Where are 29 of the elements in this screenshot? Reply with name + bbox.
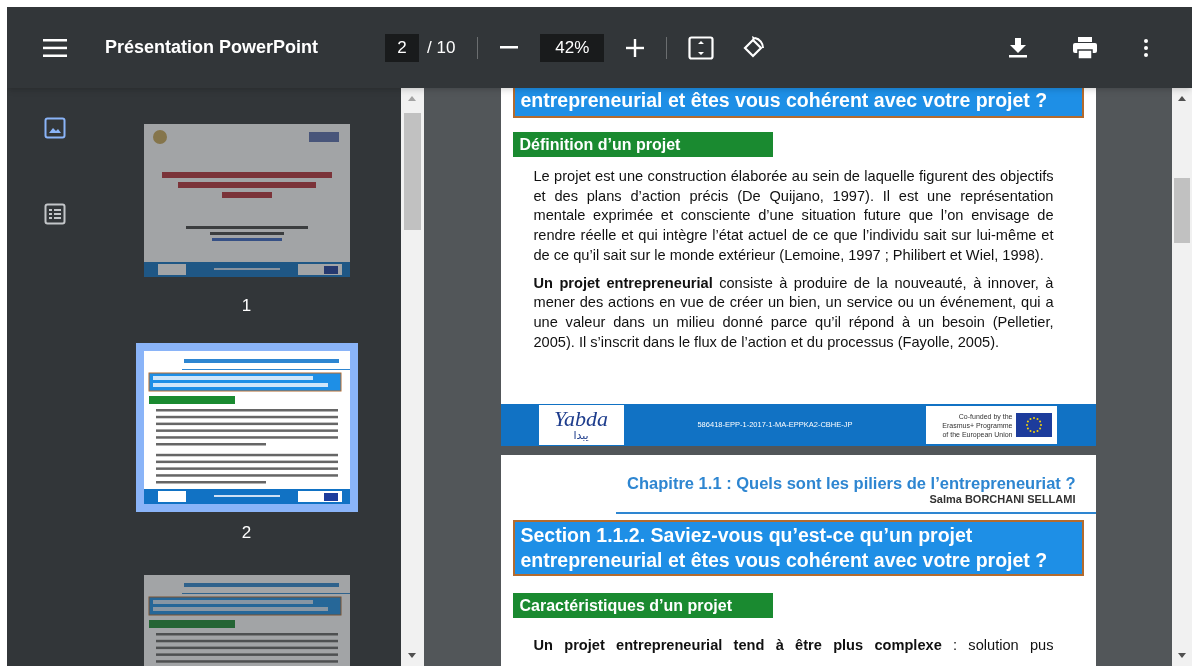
page-count: / 10 [427, 36, 456, 59]
zoom-in-icon[interactable] [626, 38, 645, 57]
scrollbar[interactable] [401, 88, 424, 666]
author-name: Salma BORCHANI SELLAMI [929, 492, 1076, 506]
body-paragraph: Un projet entrepreneurial tend à être plus complexe : solution pus [533, 636, 1054, 655]
print-icon[interactable] [1073, 36, 1097, 59]
subheading: Définition d’un projet [512, 132, 773, 157]
document-title: Présentation PowerPoint [105, 36, 320, 59]
list-icon [43, 203, 66, 225]
chapter-title: Chapitre 1.1 : Quels sont les piliers de l’entrepreneuriat ? [627, 474, 1076, 492]
download-icon[interactable] [1009, 37, 1027, 58]
body-paragraph: Le projet est une construction élaborée au sein de laquelle figurent des objectifs et des plans d’action précis (De Quijano, 1997). Il est une représentation mentale exprimée et consciente d’une situation future que l’on envisage de rendre réelle et qui intègre l’état actuel de ce que l’individu sait sur lui-même et de ce qu’il sait sur le monde extérieur (Lemoine, 1997 ; Philibert et Wiel, 1998). [533, 167, 1054, 265]
scrollbar[interactable] [1172, 88, 1192, 666]
page-thumbnail[interactable] [135, 342, 358, 512]
image-icon [43, 117, 66, 139]
section-heading: Section 1.1.2. Saviez-vous qu’est-ce qu’un projet entrepreneurial et êtes vous cohérent avec votre projet ? [512, 520, 1084, 576]
section-heading: entrepreneurial et êtes vous cohérent avec votre projet ? [512, 88, 1084, 118]
page-number: 1 [241, 295, 252, 317]
flag-icon [1016, 413, 1053, 437]
zoom-out-icon[interactable] [500, 46, 519, 49]
subheading: Caractéristiques d’un projet [512, 593, 773, 618]
menu-icon[interactable] [43, 38, 67, 57]
page-thumbnail[interactable] [143, 124, 350, 277]
zoom-field[interactable]: 42% [540, 33, 605, 62]
body-paragraph: Un projet entrepreneurial consiste à produire de la nouveauté, à innover, à mener des actions en vue de créer un bien, un service ou un événement, qui a une valeur dans un milieu donné parce qu’il répond à un besoin (Pelletier, 2005). Il s’inscrit dans le flux de l’action et du processus (Fayolle, 2005). [533, 273, 1054, 352]
page-number: 2 [241, 521, 252, 544]
fit-page-icon[interactable] [688, 35, 715, 60]
page-number-field[interactable]: 2 [385, 33, 419, 62]
more-icon[interactable] [1144, 38, 1148, 57]
